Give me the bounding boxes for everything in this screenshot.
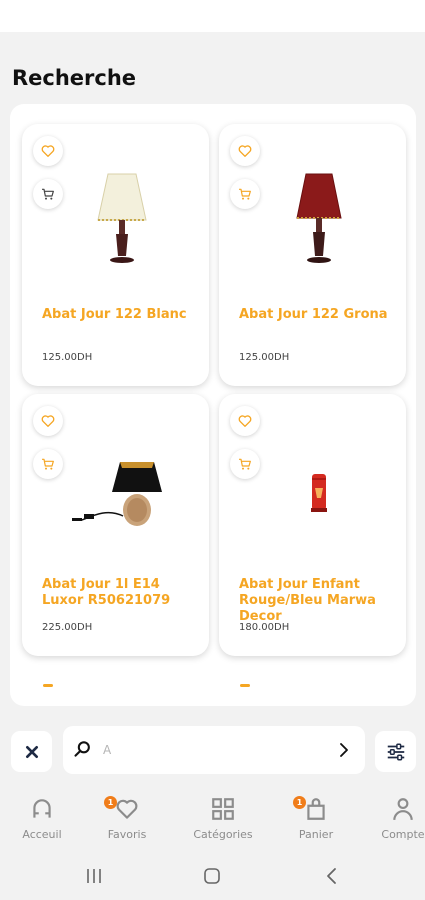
search-box[interactable] <box>63 726 365 774</box>
product-image-lamp-black-shade[interactable] <box>62 428 182 568</box>
product-price: 225.00DH <box>42 622 93 633</box>
nav-label: Acceuil <box>22 828 62 841</box>
search-icon <box>74 741 90 757</box>
chevron-right-icon[interactable] <box>335 740 353 760</box>
product-card[interactable]: Abat Jour 122 Grona 125.00DH <box>219 124 406 386</box>
recent-apps-icon[interactable] <box>84 866 104 886</box>
bag-icon <box>307 798 325 820</box>
bottom-navigation: Acceuil 1 Favoris Catégories 1 Panier Co… <box>0 788 425 848</box>
product-image-lamp-white-shade[interactable] <box>62 158 182 298</box>
sliders-icon <box>387 742 404 761</box>
favorite-button[interactable] <box>230 136 260 166</box>
status-bar <box>0 0 425 32</box>
nav-label: Favoris <box>107 828 147 841</box>
favorites-count-badge: 1 <box>104 796 117 809</box>
product-price: 125.00DH <box>239 352 290 363</box>
product-name[interactable]: Abat Jour 122 Grona <box>239 307 399 323</box>
product-price: 180.00DH <box>239 622 290 633</box>
home-button-icon[interactable] <box>202 866 222 886</box>
next-row-peek <box>240 684 250 687</box>
product-name[interactable]: Abat Jour Enfant Rouge/Bleu Marwa Decor <box>239 577 399 625</box>
heart-icon <box>116 799 138 819</box>
filter-button[interactable] <box>375 731 416 772</box>
close-icon <box>25 745 38 758</box>
product-price: 125.00DH <box>42 352 93 363</box>
nav-item-home[interactable]: Acceuil <box>2 794 82 841</box>
system-navigation-bar <box>0 852 425 900</box>
results-grid: Abat Jour 122 Blanc 125.00DH Abat Jour 1… <box>10 104 416 706</box>
nav-item-account[interactable]: Compte <box>363 794 425 841</box>
nav-item-categories[interactable]: Catégories <box>183 794 263 841</box>
add-to-cart-button[interactable] <box>33 449 63 479</box>
grid-icon <box>212 798 234 820</box>
cart-icon <box>42 458 54 470</box>
nav-item-cart[interactable]: 1 Panier <box>276 794 356 841</box>
search-input[interactable] <box>103 738 323 762</box>
product-card[interactable]: Abat Jour Enfant Rouge/Bleu Marwa Decor … <box>219 394 406 656</box>
product-image-lamp-red-cylinder[interactable] <box>259 428 379 568</box>
favorite-button[interactable] <box>230 406 260 436</box>
product-name[interactable]: Abat Jour 122 Blanc <box>42 307 202 323</box>
home-icon <box>33 799 51 818</box>
add-to-cart-button[interactable] <box>33 179 63 209</box>
product-card[interactable]: Abat Jour 122 Blanc 125.00DH <box>22 124 209 386</box>
page-title: Recherche <box>12 66 137 90</box>
heart-icon <box>238 145 252 157</box>
heart-icon <box>41 415 55 427</box>
nav-label: Panier <box>298 828 334 841</box>
product-card[interactable]: Abat Jour 1l E14 Luxor R50621079 225.00D… <box>22 394 209 656</box>
next-row-peek <box>43 684 53 687</box>
clear-search-button[interactable] <box>11 731 52 772</box>
user-icon <box>393 798 413 820</box>
nav-item-favorites[interactable]: 1 Favoris <box>87 794 167 841</box>
heart-icon <box>238 415 252 427</box>
cart-icon <box>42 188 54 200</box>
heart-icon <box>41 145 55 157</box>
product-name[interactable]: Abat Jour 1l E14 Luxor R50621079 <box>42 577 202 609</box>
favorite-button[interactable] <box>33 136 63 166</box>
back-icon[interactable] <box>322 866 342 886</box>
add-to-cart-button[interactable] <box>230 449 260 479</box>
nav-label: Catégories <box>193 828 253 841</box>
nav-label: Compte <box>381 828 425 841</box>
product-image-lamp-red-shade[interactable] <box>259 158 379 298</box>
cart-count-badge: 1 <box>293 796 306 809</box>
add-to-cart-button[interactable] <box>230 179 260 209</box>
search-bar-row <box>10 726 417 774</box>
favorite-button[interactable] <box>33 406 63 436</box>
cart-icon <box>239 458 251 470</box>
cart-icon <box>239 188 251 200</box>
